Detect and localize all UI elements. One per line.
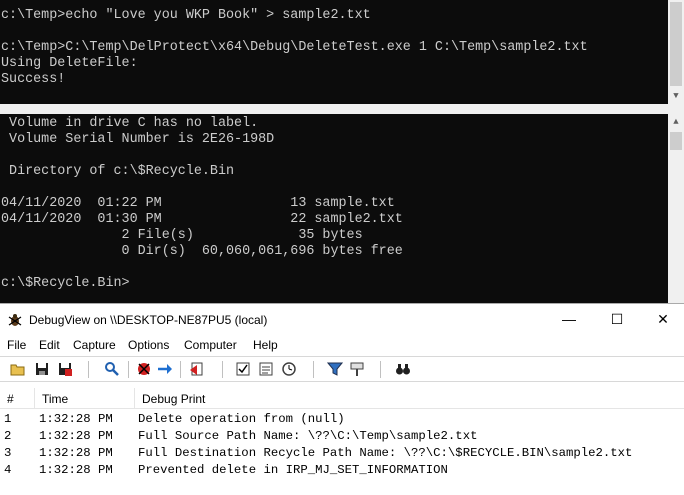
- window-gap: [0, 104, 684, 114]
- table-row[interactable]: 2 1:32:28 PM Full Source Path Name: \??\…: [0, 427, 684, 444]
- debugview-window: DebugView on \\DESKTOP-NE87PU5 (local) —…: [0, 303, 684, 495]
- console-line: c:\Temp>echo "Love you WKP Book" > sampl…: [1, 8, 371, 23]
- clear-icon[interactable]: [189, 361, 205, 377]
- column-header-number[interactable]: #: [7, 392, 14, 406]
- toolbar-separator: [313, 361, 314, 378]
- menu-help[interactable]: Help: [253, 338, 278, 352]
- toolbar-separator: [180, 361, 181, 378]
- time-format-icon[interactable]: [235, 361, 251, 377]
- toolbar-separator: [380, 361, 381, 378]
- table-row[interactable]: 4 1:32:28 PM Prevented delete in IRP_MJ_…: [0, 461, 684, 478]
- row-number: 3: [4, 446, 12, 460]
- highlight-icon[interactable]: [349, 361, 365, 377]
- toolbar-separator: [128, 361, 129, 378]
- clock-icon[interactable]: [281, 361, 297, 377]
- scroll-thumb[interactable]: [670, 2, 682, 86]
- menu-edit[interactable]: Edit: [39, 338, 60, 352]
- menu-options[interactable]: Options: [128, 338, 169, 352]
- console-line: 04/11/2020 01:22 PM 13 sample.txt: [1, 196, 395, 211]
- console-line: Directory of c:\$Recycle.Bin: [1, 164, 235, 179]
- open-icon[interactable]: [10, 361, 26, 377]
- row-number: 2: [4, 429, 12, 443]
- column-header-debug-print[interactable]: Debug Print: [142, 392, 205, 406]
- clock-time-icon[interactable]: [258, 361, 274, 377]
- scroll-thumb[interactable]: [670, 132, 682, 150]
- capture-icon[interactable]: [136, 361, 152, 377]
- column-divider[interactable]: [34, 388, 35, 408]
- debugview-app-icon: [8, 314, 22, 326]
- list-header: # Time Debug Print: [0, 388, 684, 409]
- save-icon[interactable]: [34, 361, 50, 377]
- console-line: Success!: [1, 72, 66, 87]
- menu-capture[interactable]: Capture: [73, 338, 116, 352]
- console-prompt: c:\$Recycle.Bin>: [1, 276, 130, 291]
- filter-icon[interactable]: [327, 361, 343, 377]
- menu-file[interactable]: File: [7, 338, 26, 352]
- console-scrollbar[interactable]: ▲: [668, 114, 684, 303]
- console-line: Volume in drive C has no label.: [1, 116, 259, 131]
- console-line: Volume Serial Number is 2E26-198D: [1, 132, 275, 147]
- toolbar-separator: [222, 361, 223, 378]
- toolbar: [0, 356, 684, 382]
- table-row[interactable]: 3 1:32:28 PM Full Destination Recycle Pa…: [0, 444, 684, 461]
- row-message: Full Source Path Name: \??\C:\Temp\sampl…: [138, 429, 478, 443]
- row-time: 1:32:28 PM: [39, 412, 113, 426]
- row-number: 4: [4, 463, 12, 477]
- console-line: 04/11/2020 01:30 PM 22 sample2.txt: [1, 212, 403, 227]
- title-bar[interactable]: DebugView on \\DESKTOP-NE87PU5 (local) —…: [0, 304, 684, 335]
- column-divider[interactable]: [134, 388, 135, 408]
- save-as-icon[interactable]: [57, 361, 73, 377]
- scroll-down-arrow-icon[interactable]: ▼: [668, 88, 684, 104]
- row-time: 1:32:28 PM: [39, 463, 113, 477]
- row-message: Prevented delete in IRP_MJ_SET_INFORMATI…: [138, 463, 448, 477]
- minimize-button[interactable]: —: [546, 304, 592, 335]
- console-line: Using DeleteFile:: [1, 56, 138, 71]
- console-window-bottom[interactable]: Volume in drive C has no label. Volume S…: [0, 114, 684, 303]
- row-message: Full Destination Recycle Path Name: \??\…: [138, 446, 633, 460]
- close-button[interactable]: ✕: [640, 304, 684, 335]
- console-line: 0 Dir(s) 60,060,061,696 bytes free: [1, 244, 403, 259]
- autoscroll-icon[interactable]: [157, 361, 173, 377]
- column-header-time[interactable]: Time: [42, 392, 68, 406]
- row-time: 1:32:28 PM: [39, 446, 113, 460]
- binoculars-icon[interactable]: [395, 361, 411, 377]
- row-time: 1:32:28 PM: [39, 429, 113, 443]
- maximize-button[interactable]: ☐: [594, 304, 640, 335]
- menu-bar: File Edit Capture Options Computer Help: [0, 335, 684, 355]
- row-message: Delete operation from (null): [138, 412, 345, 426]
- scroll-up-arrow-icon[interactable]: ▲: [668, 114, 684, 130]
- table-row[interactable]: 1 1:32:28 PM Delete operation from (null…: [0, 410, 684, 427]
- row-number: 1: [4, 412, 12, 426]
- console-line: c:\Temp>C:\Temp\DelProtect\x64\Debug\Del…: [1, 40, 588, 55]
- console-line: 2 File(s) 35 bytes: [1, 228, 363, 243]
- find-icon[interactable]: [104, 361, 120, 377]
- window-title: DebugView on \\DESKTOP-NE87PU5 (local): [29, 313, 268, 327]
- menu-computer[interactable]: Computer: [184, 338, 237, 352]
- toolbar-separator: [88, 361, 89, 378]
- console-window-top[interactable]: c:\Temp>echo "Love you WKP Book" > sampl…: [0, 0, 684, 104]
- console-scrollbar[interactable]: ▼: [668, 0, 684, 104]
